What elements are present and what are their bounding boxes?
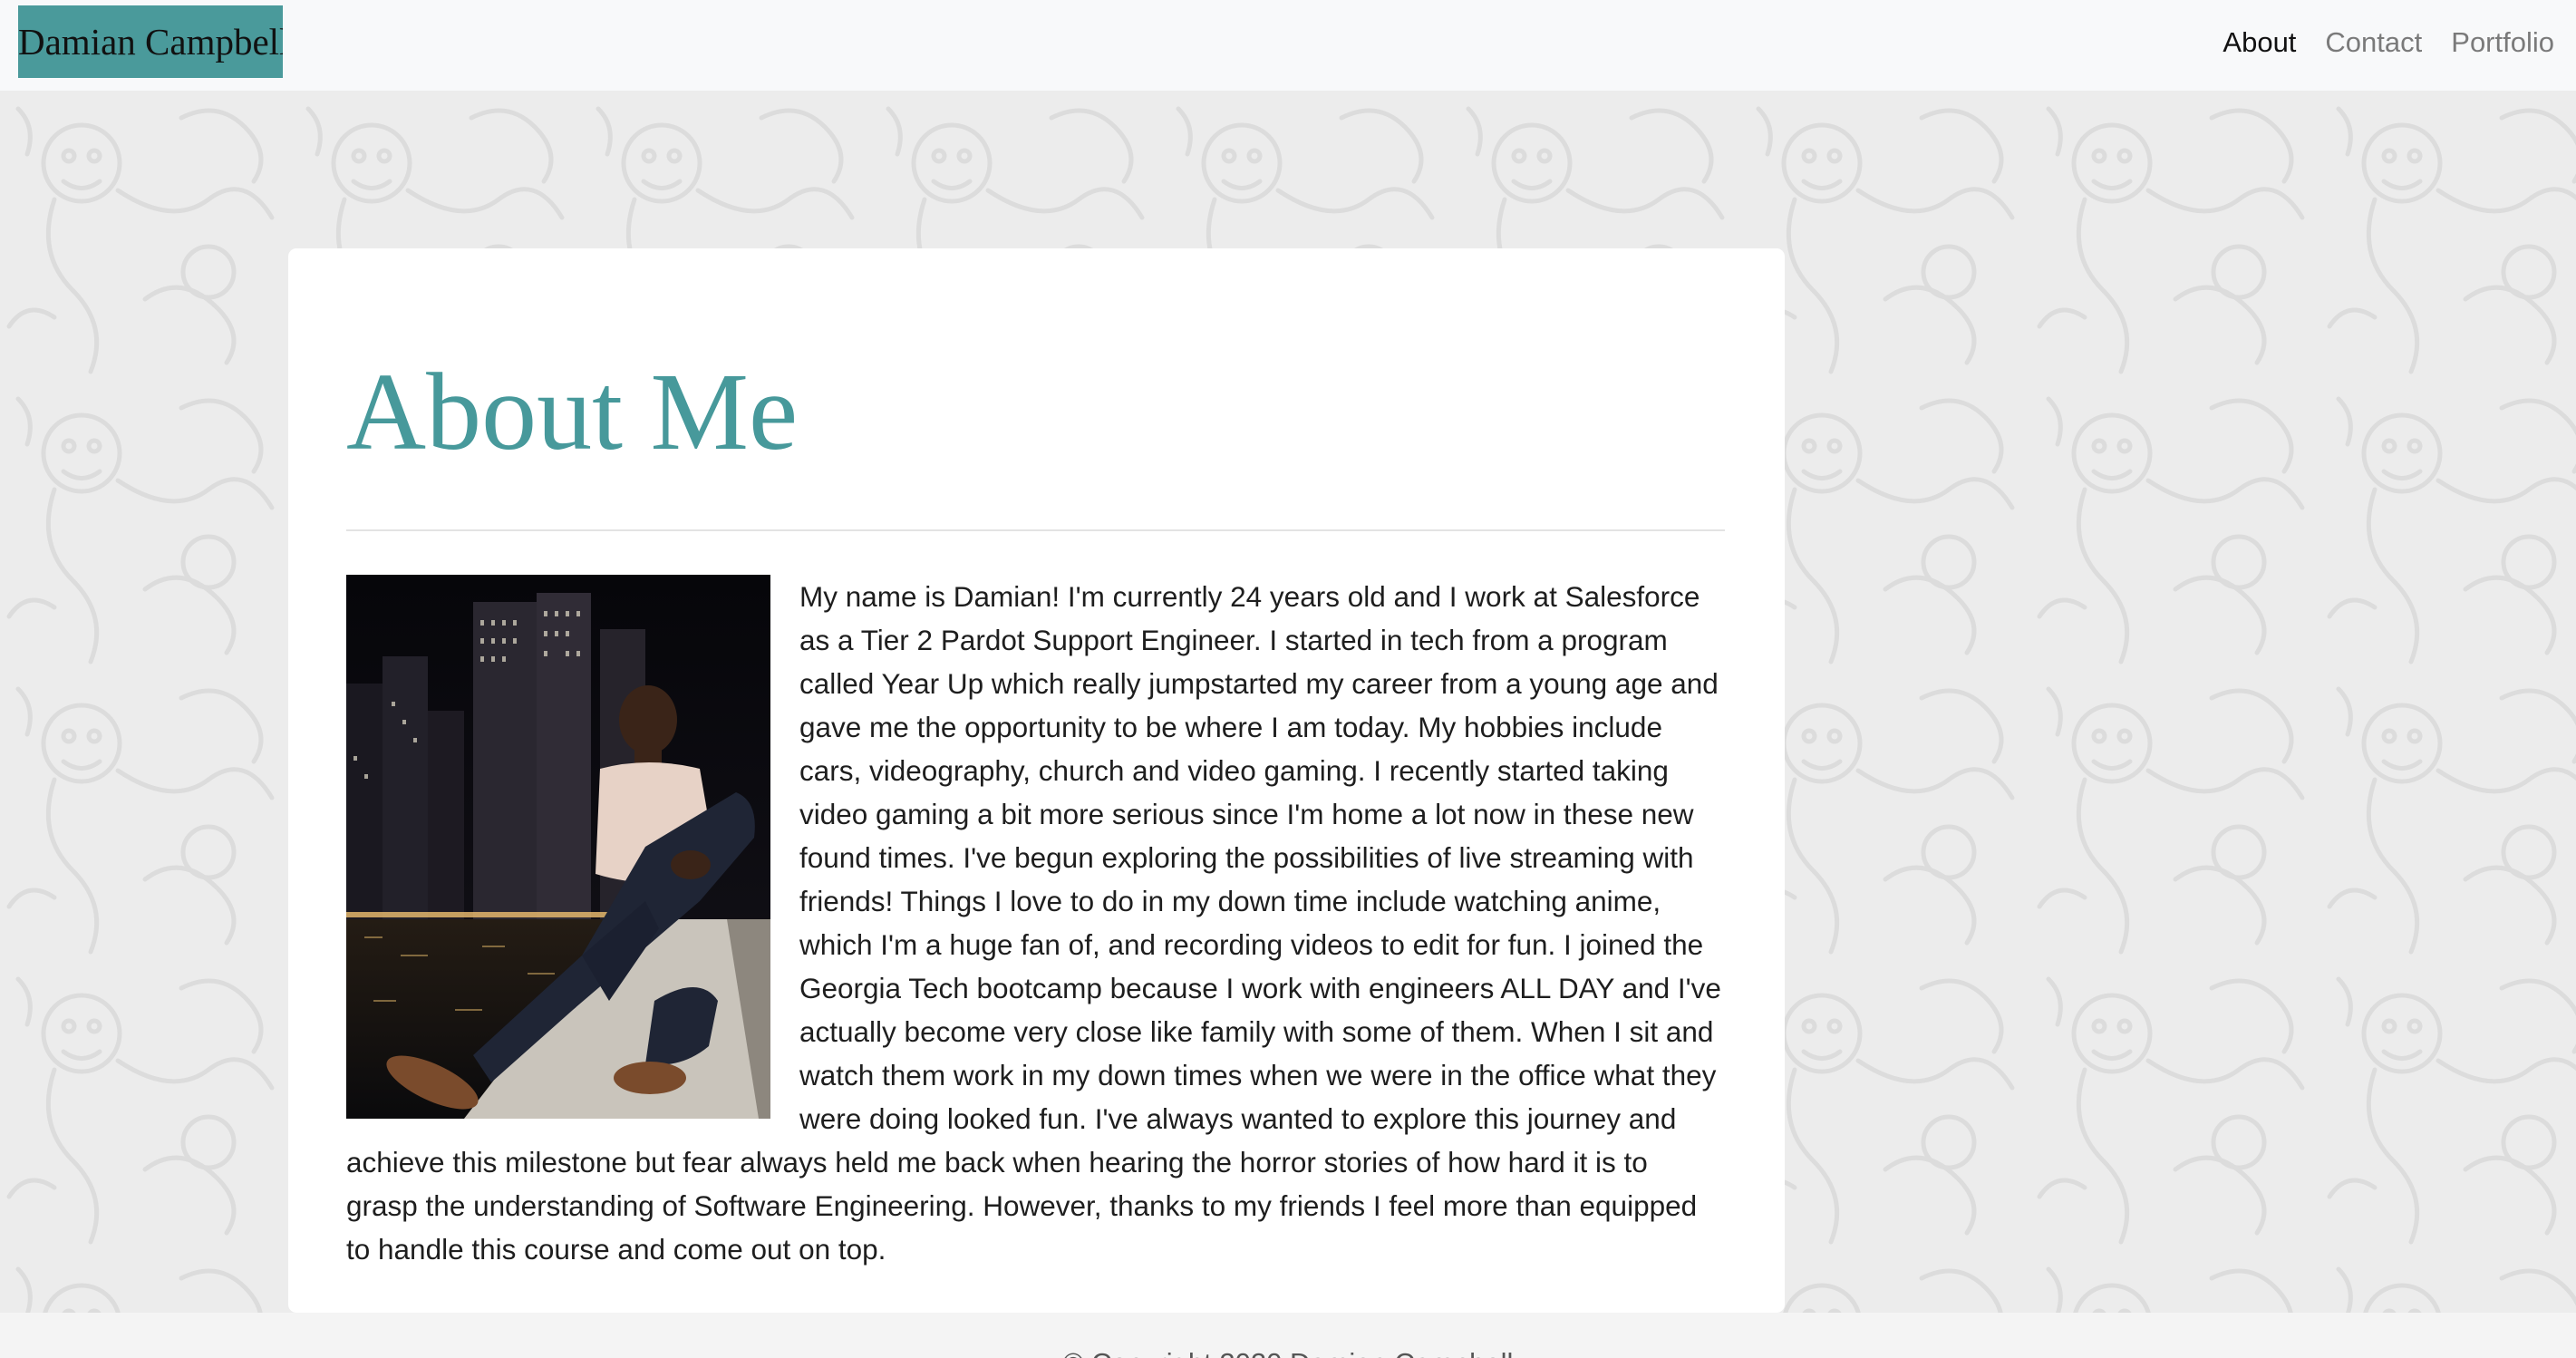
navbar: Damian Campbell About Contact Portfolio [0,0,2576,91]
nav-link-about[interactable]: About [2223,26,2296,59]
profile-photo [346,575,770,1119]
title-divider [346,529,1725,531]
about-body: My name is Damian! I'm currently 24 year… [346,575,1725,1271]
about-card: About Me My name is Damian! I'm currentl… [288,248,1785,1313]
profile-photo-image [346,575,770,1119]
page-title: About Me [346,351,799,473]
footer-copyright: © Copyright 2020 Damian Campbell [0,1347,2576,1358]
nav-link-contact[interactable]: Contact [2325,26,2422,59]
footer: © Copyright 2020 Damian Campbell [0,1313,2576,1358]
nav-link-portfolio[interactable]: Portfolio [2451,26,2554,59]
brand-logo[interactable]: Damian Campbell [18,5,283,78]
nav-links: About Contact Portfolio [2223,0,2554,85]
